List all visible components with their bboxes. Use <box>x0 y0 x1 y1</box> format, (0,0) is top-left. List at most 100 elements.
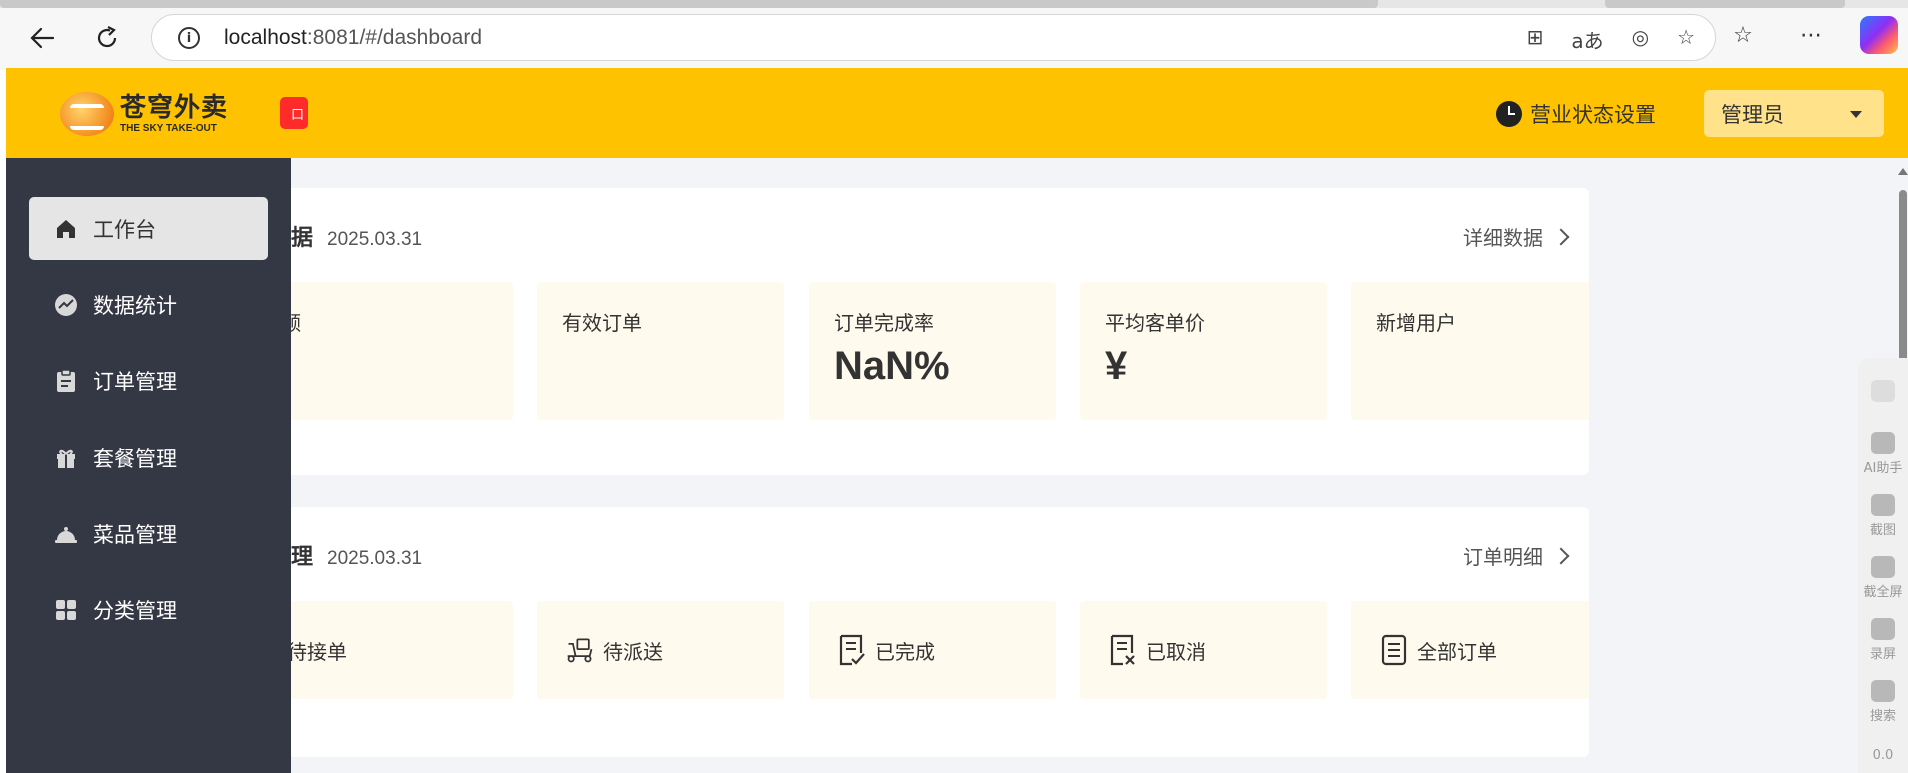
detail-data-link[interactable]: 详细数据 <box>1463 222 1570 251</box>
business-status-label: 营业状态设置 <box>1530 103 1656 127</box>
search-icon <box>1871 680 1895 702</box>
tab-inactive-edge[interactable] <box>1605 0 1845 8</box>
order-tile-label: 待派送 <box>603 639 663 664</box>
tab-active-edge[interactable] <box>0 0 1378 8</box>
sidebar-item-label: 工作台 <box>93 217 156 242</box>
sidebar-item-categories[interactable]: 分类管理 <box>29 578 268 641</box>
caret-down-icon <box>1850 111 1862 118</box>
delivery-scooter-icon <box>565 633 595 667</box>
stat-label: 有效订单 <box>562 311 642 335</box>
record-label: 录屏 <box>1869 647 1896 662</box>
order-tile-label: 全部订单 <box>1417 639 1497 664</box>
detail-data-label: 详细数据 <box>1463 226 1543 250</box>
order-tile-label: 已取消 <box>1146 639 1206 664</box>
order-tile-completed[interactable]: 已完成 <box>809 601 1056 699</box>
back-button[interactable] <box>24 20 60 56</box>
order-detail-label: 订单明细 <box>1463 545 1543 569</box>
app-root: 苍穹外卖 THE SKY TAKE-OUT 口 营业状态设置 管理员 工作台 数… <box>6 68 1908 773</box>
admin-label: 管理员 <box>1721 102 1784 127</box>
floating-toolbar: AI助手 截图 截全屏 录屏 搜索 0.0 <box>1858 358 1908 773</box>
all-orders-doc-icon <box>1379 633 1409 667</box>
shield-icon[interactable] <box>1858 380 1908 405</box>
logo-mark-icon <box>60 92 114 136</box>
sidebar-item-dishes[interactable]: 菜品管理 <box>29 502 268 565</box>
clock-icon <box>1496 101 1522 127</box>
order-tile-all[interactable]: 全部订单 <box>1351 601 1589 699</box>
screenshot-label: 截图 <box>1869 523 1896 538</box>
order-tile-to-deliver[interactable]: 待派送 <box>537 601 784 699</box>
home-icon <box>54 217 78 241</box>
grid-icon <box>54 598 78 622</box>
card-header: 理 2025.03.31 <box>291 539 422 571</box>
sidebar-item-combos[interactable]: 套餐管理 <box>29 426 268 489</box>
search-button[interactable]: 搜索 <box>1858 680 1908 724</box>
record-button[interactable]: 录屏 <box>1858 618 1908 662</box>
business-data-card: 据 2025.03.31 详细数据 额 有效订单 订单完成率 NaN% 平均客单… <box>291 188 1589 475</box>
url-text[interactable]: localhost:8081/#/dashboard <box>224 26 482 50</box>
card-header: 据 2025.03.31 <box>291 220 422 252</box>
stat-value: NaN% <box>834 344 950 388</box>
stat-tile-new-users: 新增用户 <box>1351 282 1589 420</box>
card-title: 理 <box>291 545 314 570</box>
app-header: 苍穹外卖 THE SKY TAKE-OUT 口 营业状态设置 管理员 <box>6 68 1908 158</box>
sidebar-item-workbench[interactable]: 工作台 <box>29 197 268 260</box>
sidebar-item-label: 订单管理 <box>93 369 177 394</box>
order-detail-link[interactable]: 订单明细 <box>1463 541 1570 570</box>
edge-circle-icon[interactable]: ◎ <box>1632 25 1649 54</box>
sidebar: 工作台 数据统计 订单管理 套餐管理 菜品管理 分类管理 <box>6 158 291 773</box>
logo-text-en: THE SKY TAKE-OUT <box>120 122 217 134</box>
sidebar-item-label: 分类管理 <box>93 598 177 623</box>
favorite-star-icon[interactable]: ☆ <box>1677 25 1695 54</box>
dish-icon <box>54 522 78 546</box>
cancelled-doc-icon <box>1108 633 1138 667</box>
stat-label: 平均客单价 <box>1105 311 1205 335</box>
reload-button[interactable] <box>89 20 125 56</box>
sidebar-item-statistics[interactable]: 数据统计 <box>29 273 268 336</box>
back-arrow-icon <box>30 27 55 49</box>
site-info-icon[interactable]: i <box>178 27 200 49</box>
stat-tile-turnover: 额 <box>291 282 513 420</box>
ai-assistant-button[interactable]: AI助手 <box>1858 432 1908 476</box>
app-install-icon[interactable]: ⊞ <box>1527 25 1544 54</box>
order-tile-pending[interactable]: 待接单 <box>291 601 513 699</box>
order-tile-label: 待接单 <box>291 639 347 664</box>
admin-dropdown[interactable]: 管理员 <box>1704 90 1884 137</box>
gift-icon <box>54 446 78 470</box>
copilot-icon[interactable] <box>1860 16 1898 54</box>
copilot-logo <box>1860 16 1898 54</box>
chart-icon <box>54 293 78 317</box>
chevron-right-icon <box>1552 228 1570 245</box>
fullscreen-capture-button[interactable]: 截全屏 <box>1858 556 1908 600</box>
order-tile-label: 已完成 <box>875 639 935 664</box>
read-aloud-translate-icon[interactable]: aあ <box>1571 25 1603 54</box>
ai-assistant-icon <box>1871 432 1895 454</box>
chevron-right-icon <box>1552 547 1570 564</box>
browser-toolbar: i localhost:8081/#/dashboard ⊞ aあ ◎ ☆ ☆ … <box>0 0 1908 70</box>
stat-label: 新增用户 <box>1376 311 1456 335</box>
order-tile-cancelled[interactable]: 已取消 <box>1080 601 1327 699</box>
stat-label: 订单完成率 <box>834 311 934 335</box>
stat-tile-valid-orders: 有效订单 <box>537 282 784 420</box>
favorites-icon[interactable]: ☆ <box>1724 16 1762 54</box>
more-icon[interactable]: ⋯ <box>1792 16 1830 54</box>
scroll-up-arrow-icon[interactable] <box>1898 168 1908 175</box>
stat-label: 额 <box>291 307 301 336</box>
order-management-card: 理 2025.03.31 订单明细 待接单 待派送 已完成 已取消 全部订单 <box>291 507 1589 757</box>
sidebar-item-label: 数据统计 <box>93 293 177 318</box>
card-date: 2025.03.31 <box>327 229 423 250</box>
completed-doc-icon <box>837 633 867 667</box>
address-bar[interactable]: i localhost:8081/#/dashboard ⊞ aあ ◎ ☆ <box>151 14 1716 61</box>
clipboard-icon <box>54 368 78 393</box>
toolbar-footer: 0.0 <box>1872 748 1894 763</box>
monitor-icon <box>1871 556 1895 578</box>
sidebar-item-orders[interactable]: 订单管理 <box>29 349 268 412</box>
fullscreen-capture-label: 截全屏 <box>1863 585 1903 600</box>
stat-tile-avg-price: 平均客单价 ¥ <box>1080 282 1327 420</box>
logo[interactable]: 苍穹外卖 THE SKY TAKE-OUT <box>60 92 228 136</box>
record-icon <box>1871 618 1895 640</box>
stat-tile-completion-rate: 订单完成率 NaN% <box>809 282 1056 420</box>
screenshot-button[interactable]: 截图 <box>1858 494 1908 538</box>
status-badge: 口 <box>280 97 308 129</box>
url-host: localhost <box>224 26 307 49</box>
business-status-button[interactable]: 营业状态设置 <box>1496 99 1656 129</box>
